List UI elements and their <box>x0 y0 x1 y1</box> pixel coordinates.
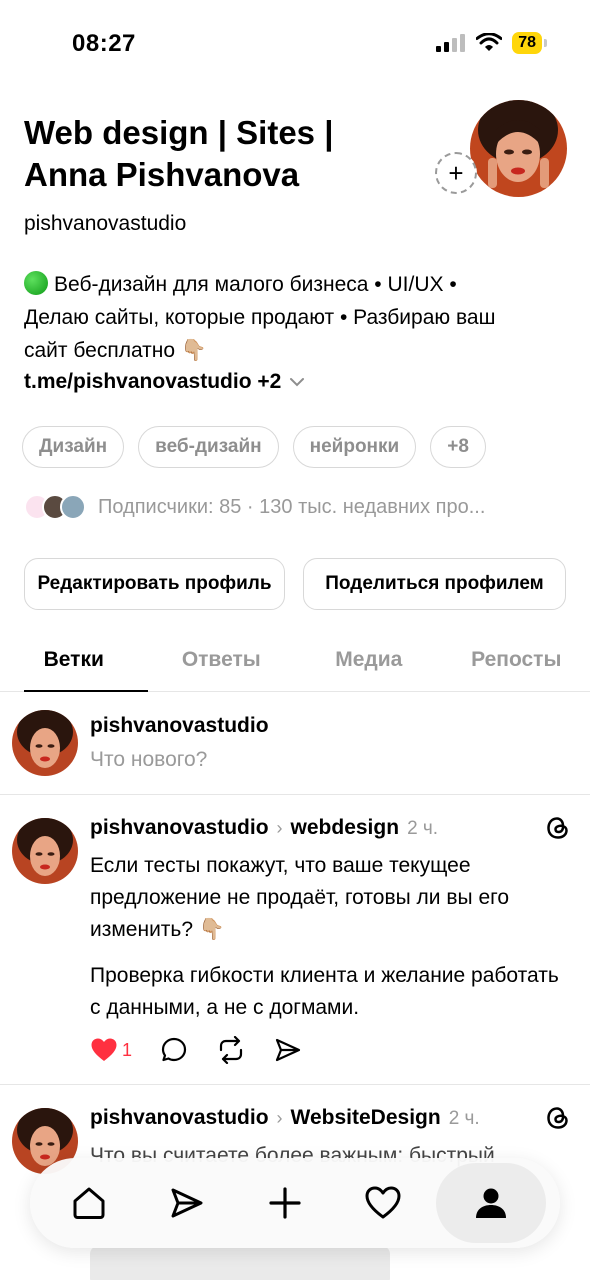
post-username[interactable]: pishvanovastudio <box>90 1106 269 1130</box>
nav-activity[interactable] <box>338 1163 428 1243</box>
post-actions: 1 <box>90 1036 302 1064</box>
nav-home[interactable] <box>44 1163 134 1243</box>
chevron-down-icon[interactable] <box>289 377 305 387</box>
share-profile-button[interactable]: Поделиться профилем <box>303 558 566 610</box>
chip-web-design[interactable]: веб-дизайн <box>138 426 279 468</box>
post-time: 2 ч. <box>448 1108 480 1129</box>
signal-icon <box>436 34 466 52</box>
threads-icon <box>547 817 568 839</box>
battery-indicator: 78 <box>512 32 547 54</box>
tab-replies[interactable]: Ответы <box>148 628 296 691</box>
follower-avatar <box>60 494 86 520</box>
like-count: 1 <box>122 1039 133 1060</box>
post-divider <box>0 1084 590 1085</box>
chip-neural[interactable]: нейронки <box>292 426 417 468</box>
bio-line2: Делаю сайты, которые продают • Разбираю … <box>24 306 496 329</box>
chip-design[interactable]: Дизайн <box>22 426 125 468</box>
heart-filled-icon <box>91 1038 117 1061</box>
post-paragraph: Проверка гибкости клиента и желание рабо… <box>90 964 559 1019</box>
post-body: Если тесты покажут, что ваше текущее пре… <box>90 850 560 1038</box>
status-icons: 78 <box>436 32 547 54</box>
plus-icon[interactable] <box>267 1185 303 1221</box>
home-icon[interactable] <box>70 1184 108 1222</box>
nav-send[interactable] <box>142 1163 232 1243</box>
avatar[interactable] <box>12 818 78 884</box>
nav-create[interactable] <box>240 1163 330 1243</box>
tab-media[interactable]: Медиа <box>295 628 443 691</box>
profile-link-text[interactable]: t.me/pishvanovastudio +2 <box>24 370 281 394</box>
threads-icon <box>547 1107 568 1129</box>
post-header: pishvanovastudio › WebsiteDesign 2 ч. <box>90 1106 480 1130</box>
chevron-right-icon: › <box>276 818 283 838</box>
post[interactable]: pishvanovastudio › webdesign 2 ч. Если т… <box>0 796 590 1084</box>
comment-icon[interactable] <box>160 1036 188 1064</box>
post-media-preview[interactable] <box>90 1246 390 1280</box>
profile-bio: Веб-дизайн для малого бизнеса • UI/UX • … <box>24 268 564 367</box>
profile-link[interactable]: t.me/pishvanovastudio +2 <box>24 370 305 394</box>
plus-icon: + <box>448 157 464 188</box>
post-time: 2 ч. <box>407 818 439 839</box>
profile-name-line2: Anna Pishvanova <box>24 156 300 193</box>
chevron-right-icon: › <box>276 1108 283 1128</box>
post-header: pishvanovastudio › webdesign 2 ч. <box>90 816 438 840</box>
nav-profile[interactable] <box>436 1163 546 1243</box>
heart-icon[interactable] <box>364 1185 402 1221</box>
chip-more[interactable]: +8 <box>430 426 486 468</box>
profile-username: pishvanovastudio <box>24 212 187 235</box>
post-paragraph: Если тесты покажут, что ваше текущее пре… <box>90 854 509 941</box>
composer-input[interactable]: Что нового? <box>90 748 207 772</box>
profile-name: Web design | Sites | Anna Pishvanova <box>24 112 424 196</box>
avatar <box>12 710 78 776</box>
bio-line3: сайт бесплатно 👇🏼 <box>24 339 208 362</box>
add-story-button[interactable]: + <box>435 152 477 194</box>
post-topic[interactable]: webdesign <box>291 816 400 840</box>
profile-actions: Редактировать профиль Поделиться профиле… <box>24 558 566 610</box>
tab-reposts[interactable]: Репосты <box>443 628 590 691</box>
profile-avatar[interactable] <box>470 100 567 197</box>
interest-chips: Дизайн веб-дизайн нейронки +8 <box>22 426 486 468</box>
post-username[interactable]: pishvanovastudio <box>90 816 269 840</box>
bottom-nav <box>30 1158 560 1248</box>
send-icon[interactable] <box>274 1036 302 1064</box>
status-bar: 08:27 78 <box>0 0 590 90</box>
profile-icon[interactable] <box>473 1185 509 1221</box>
green-circle-icon <box>24 271 48 295</box>
composer-username: pishvanovastudio <box>90 714 269 737</box>
followers-text[interactable]: Подписчики: 85 · 130 тыс. недавних про..… <box>98 496 485 519</box>
post-topic[interactable]: WebsiteDesign <box>291 1106 441 1130</box>
followers-row[interactable]: Подписчики: 85 · 130 тыс. недавних про..… <box>24 494 485 520</box>
wifi-icon <box>476 33 503 51</box>
send-icon[interactable] <box>169 1185 205 1221</box>
tab-threads[interactable]: Ветки <box>0 628 148 692</box>
like-button[interactable]: 1 <box>90 1037 132 1063</box>
bio-line1: Веб-дизайн для малого бизнеса • UI/UX • <box>54 273 457 296</box>
status-time: 08:27 <box>72 30 136 57</box>
profile-name-line1: Web design | Sites | <box>24 114 334 151</box>
repost-icon[interactable] <box>216 1036 246 1064</box>
profile-tabs: Ветки Ответы Медиа Репосты <box>0 628 590 692</box>
new-post-composer[interactable]: pishvanovastudio Что нового? <box>0 692 590 795</box>
edit-profile-button[interactable]: Редактировать профиль <box>24 558 285 610</box>
